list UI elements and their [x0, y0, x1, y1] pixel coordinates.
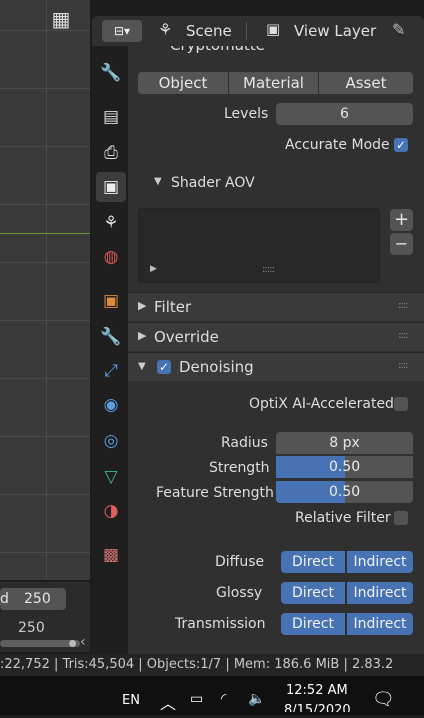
chevron-left-icon[interactable]: ‹: [80, 634, 86, 650]
strength-value: 0.50: [329, 459, 361, 475]
timeline-scrollbar[interactable]: [0, 640, 80, 647]
diffuse-direct-button[interactable]: Direct: [281, 551, 345, 573]
y-axis-line: [0, 233, 90, 234]
aov-remove-button[interactable]: −: [390, 233, 413, 255]
scrollbar-handle[interactable]: [69, 640, 76, 647]
relative-filter-checkbox[interactable]: [394, 511, 408, 525]
tool-tab-icon[interactable]: 🔧: [96, 58, 126, 88]
transmission-direct-button[interactable]: Direct: [281, 613, 345, 635]
data-tab-icon[interactable]: ▽: [96, 462, 126, 492]
radius-field[interactable]: 8 px: [276, 432, 413, 454]
filter-title[interactable]: Filter: [154, 298, 191, 316]
relative-filter-label: Relative Filter: [295, 510, 391, 526]
battery-icon[interactable]: ▭: [190, 691, 203, 707]
clock-date[interactable]: 8/15/2020: [284, 703, 351, 712]
scene-icon: ⚘: [158, 20, 173, 39]
feature-strength-label: Feature Strength: [156, 485, 274, 501]
view-layer-icon: ▣: [266, 20, 281, 38]
filter-drag-grip[interactable]: ::::: [398, 300, 409, 311]
scene-tab-icon[interactable]: ⚘: [96, 208, 126, 238]
denoising-checkbox[interactable]: ✓: [157, 360, 171, 374]
status-bar: :22,752 | Tris:45,504 | Objects:1/7 | Me…: [0, 654, 424, 676]
texture-tab-icon[interactable]: ▩: [96, 540, 126, 570]
render-tab-icon[interactable]: ▤: [96, 102, 126, 132]
transmission-indirect-button[interactable]: Indirect: [347, 613, 413, 635]
levels-field[interactable]: 6: [276, 103, 413, 125]
material-tab-icon[interactable]: ◑: [96, 496, 126, 526]
view-layer-label[interactable]: View Layer: [294, 16, 376, 46]
wifi-icon[interactable]: ◜: [221, 691, 226, 707]
end-frame-value: 250: [24, 591, 51, 607]
constraints-tab-icon[interactable]: ◎: [96, 426, 126, 456]
taskbar: [0, 676, 424, 715]
editor-type-button[interactable]: ⊟▾: [102, 20, 142, 42]
denoising-chevron-icon[interactable]: ▼: [138, 361, 146, 372]
language-indicator[interactable]: EN: [122, 693, 140, 708]
override-drag-grip[interactable]: ::::: [398, 330, 409, 341]
volume-icon[interactable]: 🔈: [248, 691, 265, 707]
header-divider: [246, 22, 247, 40]
feature-strength-value: 0.50: [329, 484, 361, 500]
physics-tab-icon[interactable]: ◉: [96, 390, 126, 420]
filter-chevron-icon[interactable]: ▶: [138, 299, 146, 312]
override-chevron-icon[interactable]: ▶: [138, 329, 146, 342]
glossy-direct-button[interactable]: Direct: [281, 582, 345, 604]
modifier-tab-icon[interactable]: 🔧: [96, 322, 126, 352]
aov-list[interactable]: [138, 208, 380, 283]
notification-icon[interactable]: 🗨: [372, 689, 395, 710]
view-layer-tab-icon[interactable]: ▣: [96, 172, 126, 202]
clock-time[interactable]: 12:52 AM: [286, 683, 348, 698]
shader-aov-chevron-icon[interactable]: ▼: [154, 176, 162, 187]
cryptomatte-object-button[interactable]: Object: [138, 72, 228, 94]
denoising-title[interactable]: Denoising: [179, 358, 254, 376]
particles-tab-icon[interactable]: ⤢: [96, 356, 126, 386]
chevron-up-icon[interactable]: ︿: [160, 690, 176, 714]
cryptomatte-asset-button[interactable]: Asset: [319, 72, 413, 94]
pin-icon[interactable]: ✎: [392, 20, 405, 39]
optix-label: OptiX AI-Accelerated: [249, 396, 394, 412]
optix-checkbox[interactable]: [394, 397, 408, 411]
override-title[interactable]: Override: [154, 328, 219, 346]
radius-label: Radius: [221, 435, 268, 451]
glossy-indirect-button[interactable]: Indirect: [347, 582, 413, 604]
world-tab-icon[interactable]: ◍: [96, 242, 126, 272]
transmission-label: Transmission: [175, 616, 266, 632]
aov-list-resize-grip[interactable]: :::::: [262, 264, 275, 275]
diffuse-label: Diffuse: [215, 554, 265, 570]
denoising-drag-grip[interactable]: ::::: [398, 360, 409, 371]
glossy-label: Glossy: [216, 585, 263, 601]
ruler-frame-number: 250: [18, 620, 45, 636]
scene-label[interactable]: Scene: [186, 16, 232, 46]
diffuse-indirect-button[interactable]: Indirect: [347, 551, 413, 573]
levels-label: Levels: [224, 106, 269, 122]
grid-icon[interactable]: ▦: [48, 6, 74, 32]
accurate-mode-checkbox[interactable]: ✓: [394, 138, 408, 152]
cryptomatte-material-button[interactable]: Material: [229, 72, 318, 94]
output-tab-icon[interactable]: ⎙: [96, 138, 126, 168]
accurate-mode-label: Accurate Mode: [285, 137, 390, 153]
shader-aov-title[interactable]: Shader AOV: [171, 175, 255, 191]
aov-add-button[interactable]: +: [390, 209, 413, 231]
aov-list-expand-icon[interactable]: ▶: [150, 264, 157, 274]
end-frame-label: d: [0, 591, 9, 607]
strength-label: Strength: [209, 460, 270, 476]
denoising-panel-header[interactable]: [128, 352, 424, 381]
3d-viewport[interactable]: [0, 0, 90, 580]
object-tab-icon[interactable]: ▣: [96, 286, 126, 316]
